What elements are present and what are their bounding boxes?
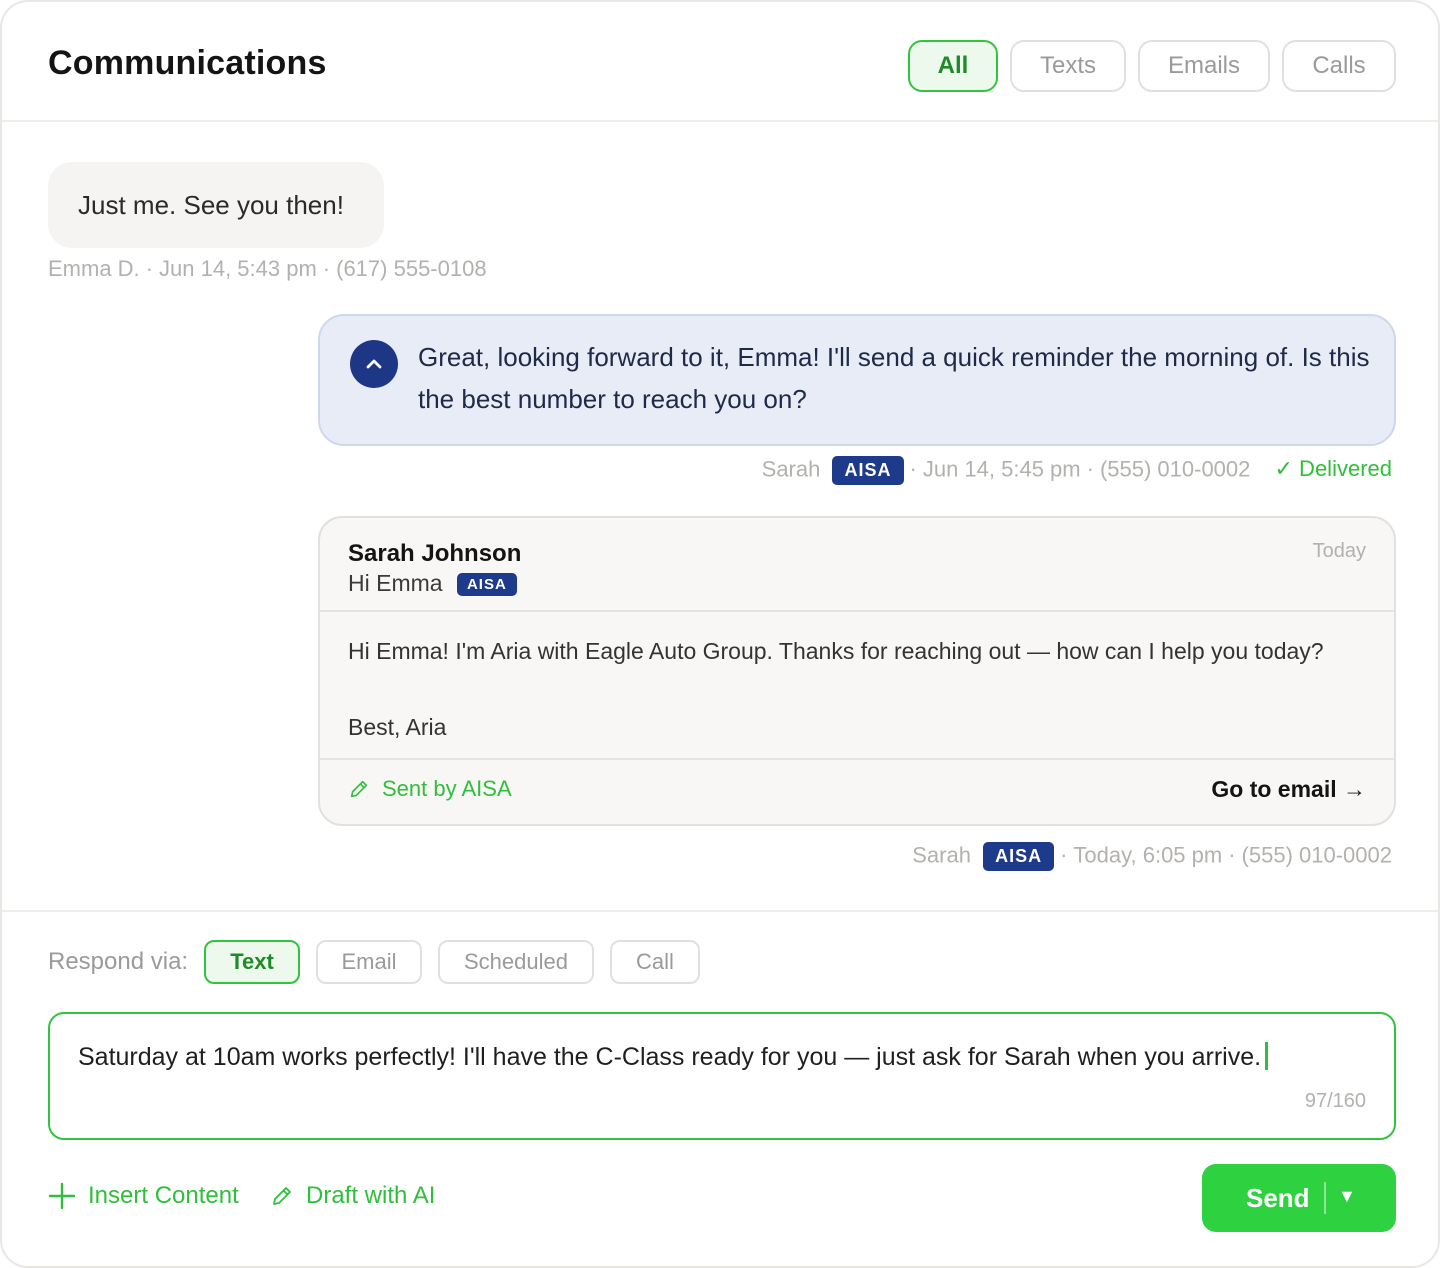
- aisa-badge: AISA: [832, 456, 904, 485]
- outgoing-time: Jun 14, 5:45 pm: [922, 456, 1081, 482]
- text-caret: [1265, 1042, 1269, 1070]
- email-date: Today: [1312, 540, 1366, 562]
- send-label: Send: [1246, 1183, 1310, 1213]
- email-meta: Sarah AISA · Today, 6:05 pm · (555) 010-0002: [912, 842, 1392, 871]
- composer-divider: [2, 910, 1438, 912]
- filter-texts[interactable]: Texts: [1010, 40, 1126, 92]
- send-divider: [1324, 1182, 1326, 1214]
- pencil-icon: [273, 1187, 291, 1205]
- sent-by-aisa: Sent by AISA: [348, 776, 512, 802]
- draft-with-ai-label: Draft with AI: [306, 1182, 436, 1209]
- channel-call[interactable]: Call: [610, 940, 700, 984]
- draft-with-ai-button[interactable]: Draft with AI: [270, 1182, 435, 1210]
- email-header: Sarah Johnson Hi Emma AISA Today: [320, 518, 1394, 612]
- incoming-message: Just me. See you then!: [48, 162, 384, 248]
- filter-emails[interactable]: Emails: [1138, 40, 1270, 92]
- plus-icon: [48, 1182, 76, 1210]
- pencil-icon: [350, 780, 368, 798]
- page-title: Communications: [48, 44, 327, 82]
- sent-by-label: Sent by AISA: [382, 776, 512, 801]
- outgoing-message-meta: Sarah AISA · Jun 14, 5:45 pm · (555) 010-000…: [762, 456, 1392, 485]
- incoming-message-text: Just me. See you then!: [78, 189, 344, 220]
- channel-scheduled[interactable]: Scheduled: [438, 940, 594, 984]
- insert-content-button[interactable]: Insert Content: [48, 1182, 239, 1210]
- email-meta-time: Today, 6:05 pm: [1073, 842, 1223, 868]
- aisa-badge: AISA: [456, 573, 517, 597]
- filter-all[interactable]: All: [908, 40, 998, 92]
- outgoing-message: Great, looking forward to it, Emma! I'll…: [318, 314, 1396, 446]
- communications-panel: Communications All Texts Emails Calls Ju…: [0, 0, 1440, 1268]
- aisa-badge: AISA: [983, 842, 1055, 871]
- send-button[interactable]: Send ▼: [1202, 1164, 1396, 1232]
- collapse-button[interactable]: [350, 340, 398, 388]
- email-body: Hi Emma! I'm Aria with Eagle Auto Group.…: [348, 636, 1378, 742]
- insert-content-label: Insert Content: [88, 1182, 239, 1209]
- email-footer: Sent by AISA Go to email →: [320, 758, 1394, 824]
- email-signature: Best, Aria: [348, 714, 447, 740]
- incoming-phone: (617) 555-0108: [336, 256, 487, 281]
- incoming-sender: Emma D.: [48, 256, 140, 281]
- outgoing-sender: Sarah: [761, 456, 821, 482]
- email-sender: Sarah Johnson: [348, 540, 522, 567]
- reply-textarea[interactable]: Saturday at 10am works perfectly! I'll h…: [48, 1012, 1396, 1140]
- incoming-time: Jun 14, 5:43 pm: [159, 256, 317, 281]
- outgoing-message-text: Great, looking forward to it, Emma! I'll…: [418, 342, 1370, 414]
- go-to-email-link[interactable]: Go to email →: [1211, 776, 1366, 803]
- channel-email[interactable]: Email: [316, 940, 422, 984]
- character-counter: 97/160: [1304, 1090, 1366, 1112]
- email-meta-phone: (555) 010-0002: [1241, 842, 1392, 868]
- respond-via-label: Respond via:: [48, 948, 189, 975]
- chevron-up-icon: [366, 359, 382, 369]
- email-card: Sarah Johnson Hi Emma AISA Today Hi Emma…: [318, 516, 1396, 826]
- outgoing-phone: (555) 010-0002: [1099, 456, 1251, 482]
- filter-calls[interactable]: Calls: [1282, 40, 1396, 92]
- reply-text-line: Saturday at 10am works perfectly! I'll h…: [78, 1042, 1269, 1072]
- incoming-message-meta: Emma D. · Jun 14, 5:43 pm · (617) 555-0108: [48, 256, 487, 281]
- header: Communications All Texts Emails Calls: [2, 2, 1438, 122]
- channel-text[interactable]: Text: [204, 940, 300, 984]
- email-subject: Hi Emma: [348, 570, 443, 596]
- caret-down-icon[interactable]: ▼: [1338, 1186, 1356, 1207]
- reply-text: Saturday at 10am works perfectly! I'll h…: [78, 1043, 1262, 1071]
- delivered-status: ✓ Delivered: [1274, 456, 1392, 482]
- email-body-line: Hi Emma! I'm Aria with Eagle Auto Group.…: [348, 638, 1324, 664]
- email-meta-sender: Sarah: [912, 842, 971, 868]
- email-subject-line: Hi Emma AISA: [348, 570, 517, 597]
